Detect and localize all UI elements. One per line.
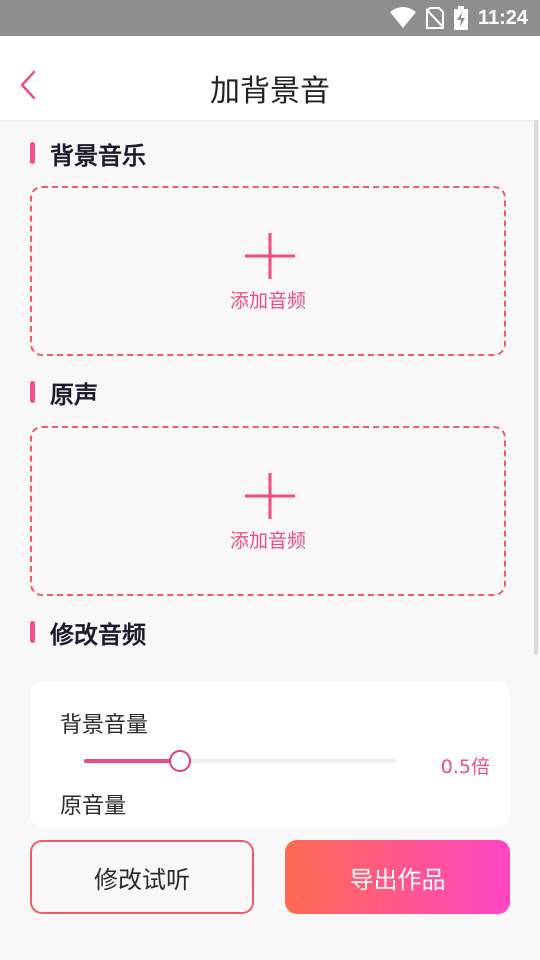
background-volume-label: 背景音量 bbox=[60, 713, 149, 738]
slider-fill bbox=[84, 759, 178, 763]
status-bar: 11:24 bbox=[0, 0, 540, 36]
section-background-music-title: 背景音乐 bbox=[50, 141, 146, 170]
volume-card: 背景音量 0.5倍 原音量 bbox=[30, 682, 510, 827]
battery-charging-icon bbox=[453, 6, 468, 30]
section-modify-audio: 修改音频 bbox=[30, 615, 146, 649]
scrollbar[interactable] bbox=[534, 120, 538, 655]
section-original-sound-title: 原声 bbox=[50, 380, 98, 409]
page-title: 加背景音 bbox=[210, 74, 330, 109]
section-marker bbox=[30, 142, 35, 164]
section-marker bbox=[30, 621, 35, 643]
no-sim-icon bbox=[425, 7, 444, 29]
status-time: 11:24 bbox=[477, 6, 528, 29]
background-volume-slider[interactable] bbox=[84, 750, 396, 772]
plus-icon bbox=[245, 473, 295, 519]
preview-button[interactable]: 修改试听 bbox=[30, 840, 254, 914]
background-volume-value: 0.5倍 bbox=[440, 756, 490, 778]
section-marker bbox=[30, 381, 35, 403]
section-modify-audio-title: 修改音频 bbox=[50, 620, 146, 649]
section-original-sound: 原声 bbox=[30, 375, 98, 409]
app-bar: 加背景音 bbox=[0, 36, 540, 121]
add-audio-label: 添加音频 bbox=[229, 290, 306, 312]
wifi-icon bbox=[389, 7, 416, 28]
slider-thumb[interactable] bbox=[168, 750, 191, 772]
add-audio-label: 添加音频 bbox=[229, 530, 306, 552]
section-background-music: 背景音乐 bbox=[30, 136, 146, 170]
add-background-music-button[interactable]: 添加音频 bbox=[30, 186, 506, 356]
plus-icon bbox=[245, 233, 295, 279]
original-volume-label: 原音量 bbox=[60, 794, 127, 819]
add-original-sound-button[interactable]: 添加音频 bbox=[30, 426, 506, 596]
export-button[interactable]: 导出作品 bbox=[285, 840, 510, 914]
